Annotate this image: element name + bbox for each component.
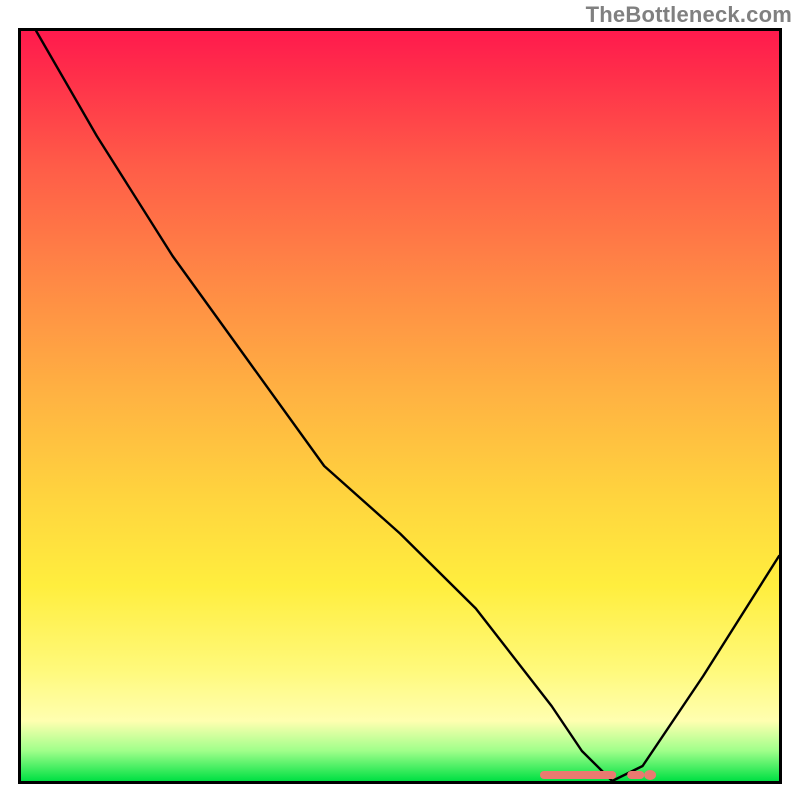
marker-dot bbox=[644, 770, 656, 780]
curve-line bbox=[36, 31, 779, 781]
plot-frame bbox=[18, 28, 782, 784]
chart-container: TheBottleneck.com bbox=[0, 0, 800, 800]
chart-overlay bbox=[21, 31, 779, 781]
watermark-text: TheBottleneck.com bbox=[586, 2, 792, 28]
minimum-markers bbox=[544, 770, 656, 780]
